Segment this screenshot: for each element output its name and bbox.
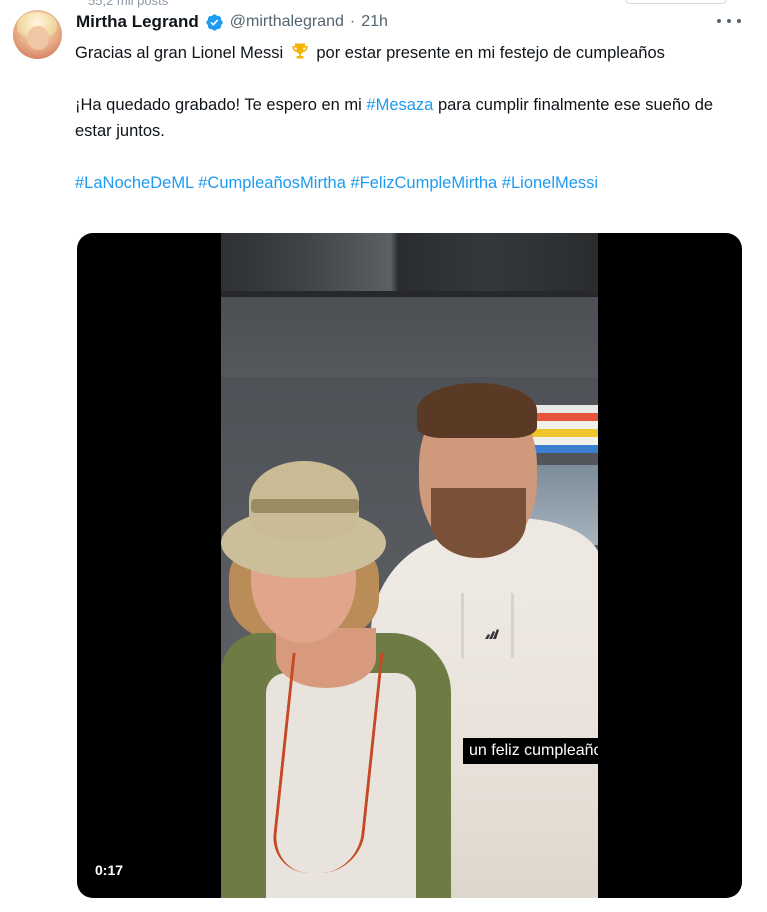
handle[interactable]: @mirthalegrand — [230, 13, 344, 31]
video-frame: un feliz cumpleaños — [221, 233, 598, 898]
tweet-paragraph-2: ¡Ha quedado grabado! Te espero en mi #Me… — [75, 96, 714, 140]
posts-count: 55,2 mil posts — [88, 0, 169, 8]
hashtag-line: #LaNocheDeML #CumpleañosMirtha #FelizCum… — [75, 170, 747, 196]
separator-dot: · — [349, 13, 356, 30]
verified-badge-icon — [206, 13, 223, 31]
video-player[interactable]: un feliz cumpleaños 0:17 — [77, 233, 742, 898]
tweet-body: Gracias al gran Lionel Messi por estar p… — [75, 40, 747, 196]
timestamp[interactable]: 21h — [361, 13, 388, 31]
trophy-emoji-icon — [292, 43, 308, 59]
video-caption: un feliz cumpleaños — [463, 738, 598, 764]
adidas-logo-icon — [485, 629, 499, 639]
display-name[interactable]: Mirtha Legrand — [76, 12, 199, 32]
tweet-page: 55,2 mil posts Mirtha Legrand @mirthaleg… — [0, 0, 767, 912]
hashtag-link[interactable]: #LionelMessi — [502, 174, 598, 192]
hashtag-link[interactable]: #Mesaza — [366, 96, 433, 114]
hashtag-link[interactable]: #FelizCumpleMirtha — [350, 174, 497, 192]
avatar[interactable] — [13, 10, 62, 59]
more-icon[interactable] — [717, 12, 741, 30]
tweet-header: Mirtha Legrand @mirthalegrand · 21h — [76, 10, 388, 34]
follow-button-edge[interactable] — [625, 0, 727, 4]
tweet-paragraph-1: Gracias al gran Lionel Messi por estar p… — [75, 40, 747, 66]
hashtag-link[interactable]: #LaNocheDeML — [75, 174, 194, 192]
video-duration: 0:17 — [89, 859, 130, 881]
hashtag-link[interactable]: #CumpleañosMirtha — [198, 174, 346, 192]
